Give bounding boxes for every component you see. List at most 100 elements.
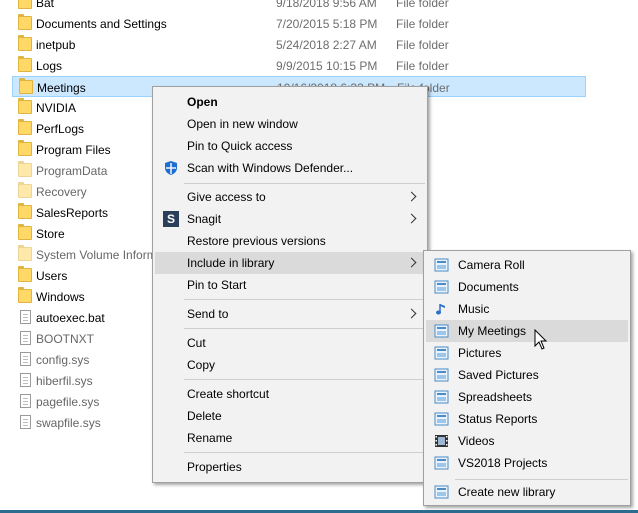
- music-note-icon: [436, 304, 445, 315]
- menu-item-label: Spreadsheets: [458, 390, 533, 404]
- menu-item-send-to[interactable]: Send to: [155, 303, 425, 325]
- file-name: PerfLogs: [36, 122, 85, 136]
- folder-icon: [18, 224, 32, 240]
- library-item-vs2018-projects[interactable]: VS2018 Projects: [426, 452, 628, 474]
- menu-item-label: Pictures: [458, 346, 502, 360]
- menu-item-open-new-window[interactable]: Open in new window: [155, 113, 425, 135]
- menu-separator: [455, 479, 628, 480]
- menu-item-restore-versions[interactable]: Restore previous versions: [155, 230, 425, 252]
- file-name: ProgramData: [36, 164, 108, 178]
- file-name: Logs: [36, 59, 63, 73]
- menu-item-copy[interactable]: Copy: [155, 354, 425, 376]
- menu-item-create-shortcut[interactable]: Create shortcut: [155, 383, 425, 405]
- file-name: Store: [36, 227, 65, 241]
- menu-item-pin-start[interactable]: Pin to Start: [155, 274, 425, 296]
- menu-separator: [184, 299, 425, 300]
- library-item-my-meetings[interactable]: My Meetings: [426, 320, 628, 342]
- file-name: Recovery: [36, 185, 87, 199]
- menu-item-properties[interactable]: Properties: [155, 456, 425, 478]
- folder-icon: [18, 203, 32, 219]
- file-date: 5/24/2018 2:27 AM: [276, 38, 377, 52]
- library-icon: [434, 368, 449, 382]
- chevron-right-icon: [406, 191, 417, 202]
- menu-item-label: Saved Pictures: [458, 368, 539, 382]
- file-icon: [20, 310, 31, 324]
- menu-item-include-library[interactable]: Include in library: [155, 252, 425, 274]
- file-name: inetpub: [36, 38, 76, 52]
- folder-icon: [18, 98, 32, 114]
- library-icon: [434, 346, 449, 360]
- file-name: Bat: [36, 0, 55, 10]
- file-name: Meetings: [37, 81, 86, 95]
- menu-item-label: Send to: [187, 307, 229, 321]
- menu-item-label: Documents: [458, 280, 519, 294]
- menu-item-label: Cut: [187, 336, 206, 350]
- chevron-right-icon: [406, 308, 417, 319]
- folder-icon: [18, 140, 32, 156]
- folder-icon: [18, 56, 32, 72]
- menu-item-open[interactable]: Open: [155, 91, 425, 113]
- file-name: Users: [36, 269, 68, 283]
- menu-item-label: Snagit: [187, 212, 222, 226]
- folder-icon: [18, 245, 32, 261]
- file-icon: [20, 415, 31, 429]
- film-icon: [435, 435, 448, 447]
- file-row[interactable]: inetpub 5/24/2018 2:27 AM File folder: [12, 34, 586, 55]
- folder-icon: [18, 0, 32, 9]
- library-item-camera-roll[interactable]: Camera Roll: [426, 254, 628, 276]
- snagit-icon: S: [163, 211, 179, 227]
- menu-separator: [184, 452, 425, 453]
- menu-item-label: Pin to Start: [187, 278, 247, 292]
- library-item-pictures[interactable]: Pictures: [426, 342, 628, 364]
- menu-item-label: Pin to Quick access: [187, 139, 293, 153]
- menu-item-scan-defender[interactable]: Scan with Windows Defender...: [155, 157, 425, 179]
- file-name: System Volume Inform: [36, 248, 157, 262]
- menu-item-label: Camera Roll: [458, 258, 525, 272]
- menu-item-label: Videos: [458, 434, 495, 448]
- library-icon: [434, 390, 449, 404]
- menu-separator: [184, 328, 425, 329]
- file-name: hiberfil.sys: [36, 374, 93, 388]
- menu-item-give-access[interactable]: Give access to: [155, 186, 425, 208]
- menu-item-rename[interactable]: Rename: [155, 427, 425, 449]
- context-menu: Open Open in new window Pin to Quick acc…: [152, 86, 428, 483]
- library-item-spreadsheets[interactable]: Spreadsheets: [426, 386, 628, 408]
- library-item-status-reports[interactable]: Status Reports: [426, 408, 628, 430]
- menu-item-label: Restore previous versions: [187, 234, 326, 248]
- library-item-videos[interactable]: Videos: [426, 430, 628, 452]
- library-item-saved-pictures[interactable]: Saved Pictures: [426, 364, 628, 386]
- folder-icon: [18, 119, 32, 135]
- file-name: Program Files: [36, 143, 111, 157]
- file-icon: [20, 331, 31, 345]
- menu-item-label: Open in new window: [187, 117, 298, 131]
- menu-item-delete[interactable]: Delete: [155, 405, 425, 427]
- menu-separator: [184, 183, 425, 184]
- file-row[interactable]: Logs 9/9/2015 10:15 PM File folder: [12, 55, 586, 76]
- menu-item-snagit[interactable]: S Snagit: [155, 208, 425, 230]
- file-row[interactable]: Bat 9/18/2018 9:56 AM File folder: [12, 0, 586, 13]
- file-icon: [20, 352, 31, 366]
- folder-icon: [18, 266, 32, 282]
- file-row[interactable]: Documents and Settings 7/20/2015 5:18 PM F…: [12, 13, 586, 34]
- chevron-right-icon: [406, 213, 417, 224]
- file-name: BOOTNXT: [36, 332, 95, 346]
- file-name: autoexec.bat: [36, 311, 105, 325]
- menu-item-label: VS2018 Projects: [458, 456, 548, 470]
- file-name: SalesReports: [36, 206, 109, 220]
- menu-item-pin-quick-access[interactable]: Pin to Quick access: [155, 135, 425, 157]
- menu-item-create-new-library[interactable]: Create new library: [426, 481, 628, 503]
- file-name: Documents and Settings: [36, 17, 167, 31]
- menu-item-cut[interactable]: Cut: [155, 332, 425, 354]
- library-icon: [434, 412, 449, 426]
- folder-icon: [18, 161, 32, 177]
- file-date: 9/18/2018 9:56 AM: [276, 0, 377, 10]
- menu-item-label: Properties: [187, 460, 242, 474]
- library-item-documents[interactable]: Documents: [426, 276, 628, 298]
- library-icon: [434, 324, 449, 338]
- menu-item-label: Music: [458, 302, 490, 316]
- defender-shield-icon: [165, 161, 177, 175]
- menu-item-label: Copy: [187, 358, 216, 372]
- file-date: 7/20/2015 5:18 PM: [276, 17, 378, 31]
- library-item-music[interactable]: Music: [426, 298, 628, 320]
- menu-item-label: Include in library: [187, 256, 275, 270]
